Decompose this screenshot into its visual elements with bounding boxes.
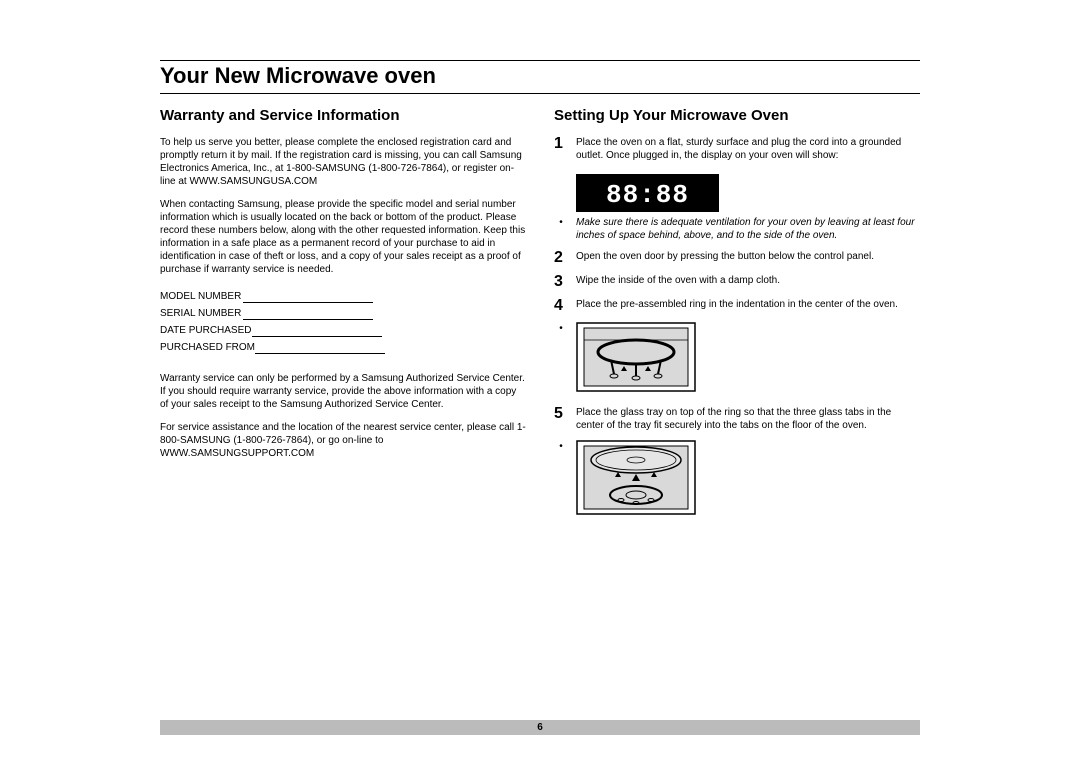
left-column: Warranty and Service Information To help… bbox=[160, 106, 526, 529]
step-2: 2 Open the oven door by pressing the but… bbox=[554, 250, 920, 266]
warranty-p2: When contacting Samsung, please provide … bbox=[160, 198, 526, 276]
page-number-bar: 6 bbox=[160, 720, 920, 735]
warranty-heading: Warranty and Service Information bbox=[160, 106, 526, 126]
page-number: 6 bbox=[537, 722, 543, 733]
field-from: PURCHASED FROM bbox=[160, 341, 526, 354]
step-5: 5 Place the glass tray on top of the rin… bbox=[554, 406, 920, 432]
ring-illustration-icon bbox=[576, 322, 696, 392]
page-title: Your New Microwave oven bbox=[160, 63, 920, 89]
tray-illustration-row: • bbox=[554, 440, 920, 521]
field-model: MODEL NUMBER bbox=[160, 290, 526, 303]
step-3: 3 Wipe the inside of the oven with a dam… bbox=[554, 274, 920, 290]
step-4: 4 Place the pre-assembled ring in the in… bbox=[554, 298, 920, 314]
warranty-p1: To help us serve you better, please comp… bbox=[160, 136, 526, 188]
field-serial: SERIAL NUMBER bbox=[160, 307, 526, 320]
ring-illustration-row: • bbox=[554, 322, 920, 398]
right-column: Setting Up Your Microwave Oven 1 Place t… bbox=[554, 106, 920, 529]
warranty-p3: Warranty service can only be performed b… bbox=[160, 372, 526, 411]
warranty-p4: For service assistance and the location … bbox=[160, 421, 526, 460]
field-date: DATE PURCHASED bbox=[160, 324, 526, 337]
ventilation-note: • Make sure there is adequate ventilatio… bbox=[554, 216, 920, 242]
title-rule: Your New Microwave oven bbox=[160, 60, 920, 94]
oven-display: 88:88 bbox=[576, 174, 719, 212]
step-1: 1 Place the oven on a flat, sturdy surfa… bbox=[554, 136, 920, 162]
setup-heading: Setting Up Your Microwave Oven bbox=[554, 106, 920, 126]
tray-illustration-icon bbox=[576, 440, 696, 515]
